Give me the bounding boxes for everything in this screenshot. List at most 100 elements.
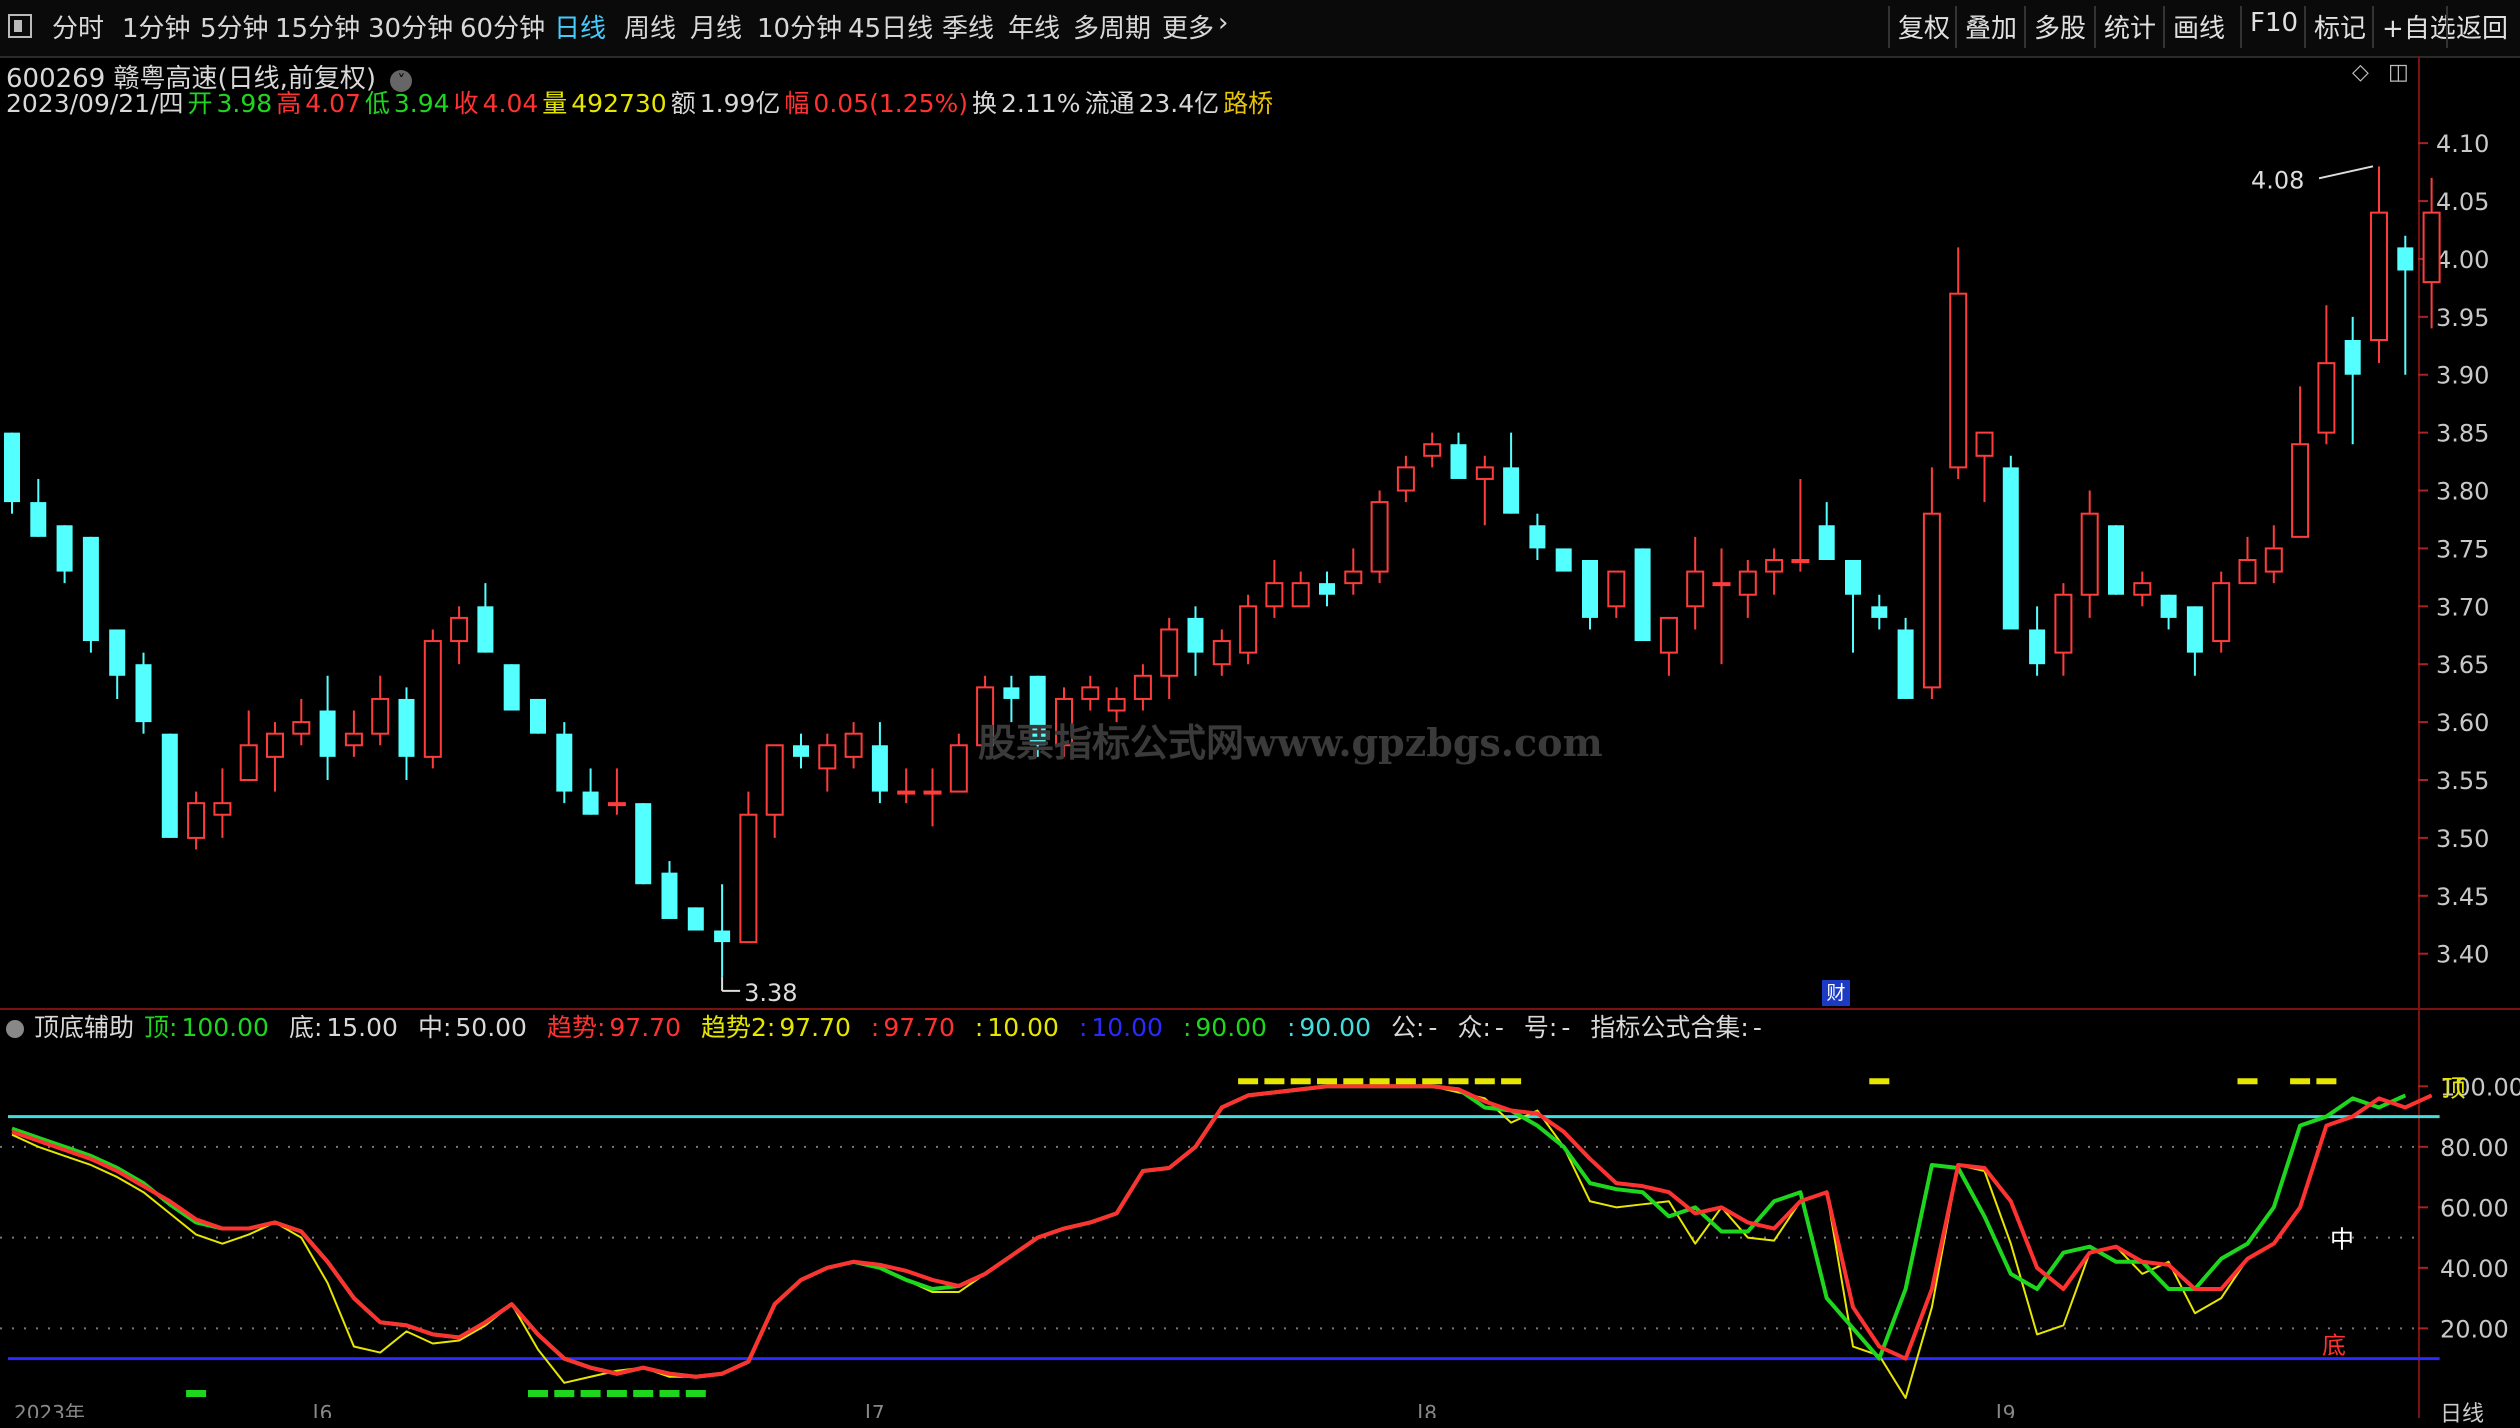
indicator-value-label: 公:	[1390, 1013, 1425, 1042]
indicator-value-label: :	[1286, 1013, 1296, 1042]
indicator-value-label: 趋势:	[546, 1013, 606, 1042]
candle-body	[661, 872, 678, 919]
top-signal-bar	[2237, 1078, 2258, 1085]
top-signal-bar	[1238, 1078, 1259, 1085]
indicator-value-number: 10.00	[1091, 1013, 1163, 1042]
candle-body	[1291, 582, 1310, 608]
indicator-menu-icon[interactable]	[6, 1020, 24, 1038]
candle-body	[871, 745, 888, 792]
bottom-signal-bar	[633, 1390, 654, 1397]
candle-body	[1107, 697, 1126, 712]
candle-body	[818, 744, 837, 770]
candle-body	[344, 732, 363, 747]
indicator-value-number: 100.00	[181, 1013, 269, 1042]
price-axis-label: 3.70	[2436, 593, 2489, 621]
indicator-value-label: 中:	[417, 1013, 452, 1042]
price-axis-label: 3.65	[2436, 651, 2489, 679]
candle-body	[1949, 292, 1968, 469]
candle-body	[635, 803, 652, 885]
top-signal-bar	[1448, 1078, 1469, 1085]
candle-body	[687, 907, 704, 931]
candle-body	[135, 664, 152, 723]
month-label: 7	[872, 1401, 885, 1418]
indicator-value: 顶: 100.00	[144, 1013, 279, 1042]
candle-body	[2317, 362, 2336, 434]
candle-body	[56, 525, 73, 572]
candle-body	[793, 745, 809, 757]
high-price-label: 4.08	[2251, 166, 2304, 194]
candle-body	[292, 721, 311, 735]
finance-badge[interactable]: 财	[1822, 980, 1850, 1006]
bottom-signal-bar	[580, 1390, 601, 1397]
candle-body	[2397, 247, 2414, 271]
candle-body	[187, 802, 206, 839]
candle-body	[1686, 570, 1705, 608]
price-axis-label: 3.80	[2436, 478, 2489, 506]
indicator-value-label: 底:	[288, 1013, 323, 1042]
price-axis-label: 3.75	[2436, 535, 2489, 563]
candle-body	[582, 791, 599, 815]
indicator-value: 底: 15.00	[289, 1013, 408, 1042]
candle-body	[2029, 629, 2046, 665]
month-label: 8	[1424, 1401, 1437, 1418]
top-signal-bar	[1343, 1078, 1364, 1085]
mid-text-marker: 中	[2330, 1226, 2354, 1254]
candle-body	[1791, 559, 1810, 563]
candle-body	[1845, 560, 1861, 595]
top-signal-bar	[1264, 1078, 1285, 1085]
candle-body	[765, 744, 784, 816]
candle-body	[530, 698, 546, 734]
candle-body	[2054, 593, 2073, 654]
candle-body	[1975, 431, 1994, 457]
candle-body	[2264, 547, 2283, 573]
indicator-axis-label: 60.00	[2440, 1194, 2509, 1222]
high-marker-arrow	[2318, 165, 2374, 180]
candle-body	[2370, 211, 2388, 341]
indicator-value-label: 趋势2:	[700, 1013, 776, 1042]
candle-body	[1818, 525, 1835, 560]
candle-body	[161, 733, 178, 838]
candle-body	[1344, 570, 1363, 585]
indicator-value-number: 50.00	[455, 1013, 527, 1042]
candle-body	[1738, 570, 1757, 596]
candle-body	[371, 697, 390, 735]
candle-body	[423, 640, 442, 758]
price-axis-label: 4.00	[2436, 246, 2489, 274]
candle-body	[1897, 629, 1914, 699]
top-signal-bar	[2316, 1078, 2337, 1085]
bottom-signal-bar	[554, 1390, 575, 1397]
candle-body	[949, 744, 968, 793]
candle-body	[1503, 467, 1520, 514]
candle-body	[1160, 628, 1179, 677]
top-signal-bar	[1474, 1078, 1495, 1085]
candle-body	[607, 802, 626, 807]
indicator-value-label: :	[1182, 1013, 1192, 1042]
candle-body	[2186, 606, 2203, 653]
bottom-signal-bar	[528, 1390, 548, 1397]
price-axis-label: 4.10	[2436, 130, 2489, 158]
candle-body	[1555, 548, 1572, 572]
price-axis-label: 3.85	[2436, 420, 2489, 448]
top-signal-bar	[1501, 1078, 1522, 1085]
candle-body	[30, 502, 47, 537]
price-axis-label: 3.95	[2436, 304, 2489, 332]
price-axis-label: 3.40	[2436, 941, 2489, 969]
top-signal-bar	[1869, 1078, 1890, 1085]
indicator-value-label: 指标公式合集:	[1590, 1013, 1749, 1042]
top-text-marker: 顶	[2442, 1074, 2466, 1102]
bottom-text-marker: 底	[2322, 1331, 2346, 1359]
top-signal-bar	[1290, 1078, 1311, 1085]
top-signal-bar	[2290, 1078, 2311, 1085]
price-axis-label: 3.50	[2436, 825, 2489, 853]
indicator-axis-label: 80.00	[2440, 1134, 2509, 1162]
indicator-value-label: :	[1078, 1013, 1088, 1042]
candle-body	[1475, 466, 1494, 480]
candle-body	[1922, 512, 1941, 689]
candle-body	[1239, 605, 1258, 654]
indicator-value: :97.70	[871, 1013, 965, 1042]
chart-area[interactable]: 3.40 3.45 3.50 3.55 3.60 3.65 3.70 3.75 3.80 3.85…	[0, 0, 2520, 1418]
indicator-value: :10.00	[975, 1013, 1069, 1042]
indicator-value-number: 90.00	[1195, 1013, 1267, 1042]
candle-body	[1659, 616, 1678, 654]
indicator-name[interactable]: 顶底辅助	[34, 1013, 134, 1042]
